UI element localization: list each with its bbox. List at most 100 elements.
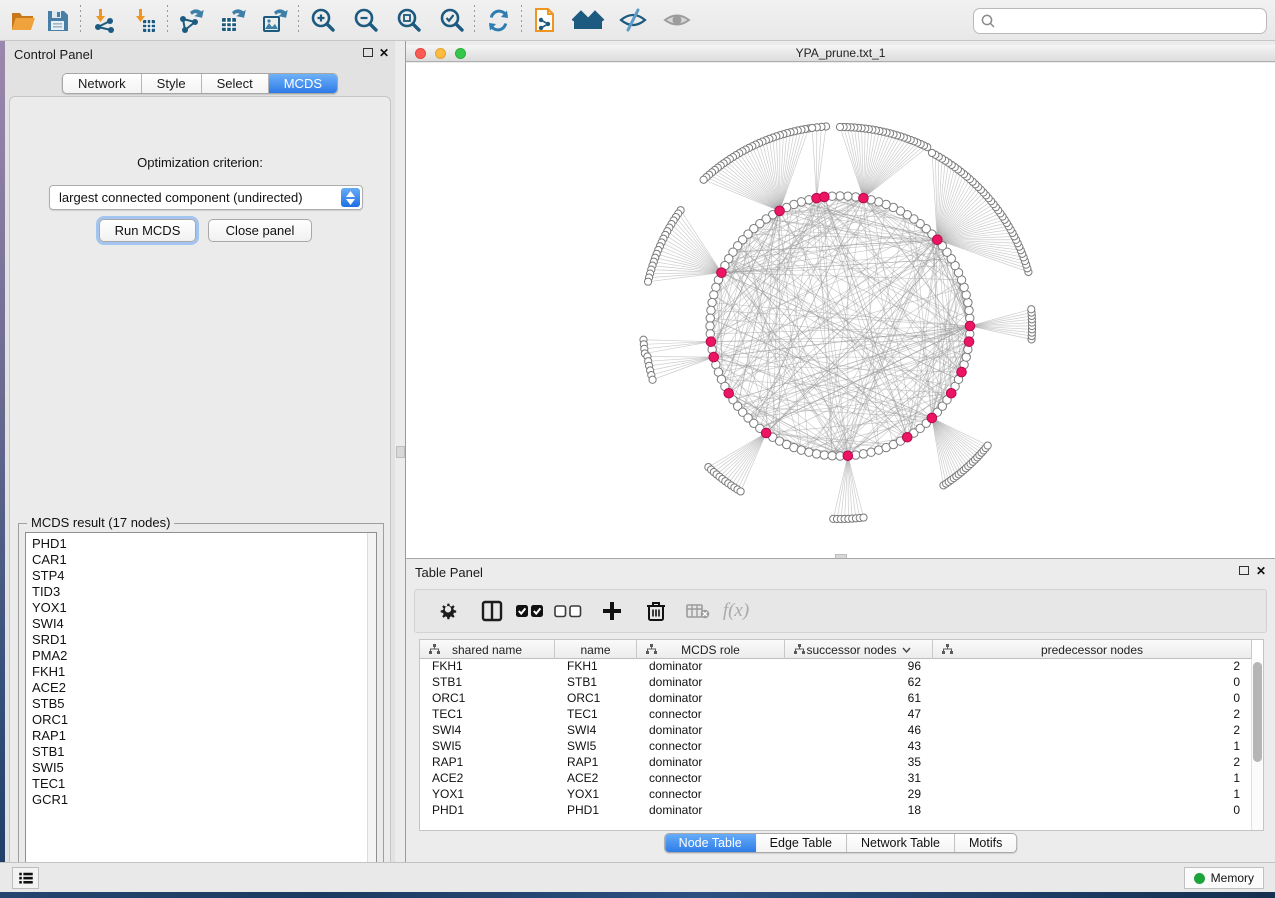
mcds-list-scrollbar[interactable] [367, 533, 376, 881]
table-row-TEC1[interactable]: TEC1TEC1connector472 [420, 707, 1252, 723]
tab-select[interactable]: Select [202, 74, 269, 93]
graph-hub-node[interactable] [843, 451, 853, 461]
task-history-button[interactable] [12, 867, 39, 889]
tab-edge-table[interactable]: Edge Table [756, 834, 847, 852]
export-image-icon[interactable] [258, 3, 292, 37]
mcds-result-item[interactable]: TEC1 [32, 776, 376, 792]
graph-node[interactable] [809, 124, 816, 131]
graph-hub-node[interactable] [964, 337, 974, 347]
zoom-selected-region-icon[interactable] [434, 3, 468, 37]
zoom-fit-content-icon[interactable] [391, 3, 425, 37]
tab-style[interactable]: Style [142, 74, 202, 93]
mcds-result-item[interactable]: ORC1 [32, 712, 376, 728]
graph-hub-node[interactable] [775, 206, 785, 216]
graph-node[interactable] [707, 306, 715, 314]
import-network-from-file-icon[interactable] [87, 3, 121, 37]
float-panel-icon[interactable] [363, 48, 373, 57]
create-column-icon[interactable] [593, 592, 631, 630]
column-header-successor-nodes[interactable]: successor nodes [785, 640, 933, 659]
column-header-shared-name[interactable]: shared name [420, 640, 555, 659]
mcds-result-item[interactable]: SWI5 [32, 760, 376, 776]
mcds-result-item[interactable]: GCR1 [32, 792, 376, 808]
graph-node[interactable] [965, 306, 973, 314]
mcds-result-item[interactable]: SWI4 [32, 616, 376, 632]
mcds-result-item[interactable]: STB1 [32, 744, 376, 760]
graph-hub-node[interactable] [761, 428, 771, 438]
graph-node[interactable] [706, 314, 714, 322]
graph-hub-node[interactable] [946, 388, 956, 398]
graph-node[interactable] [737, 488, 744, 495]
import-table-from-file-icon[interactable] [127, 3, 161, 37]
graph-hub-node[interactable] [965, 321, 975, 331]
mcds-result-item[interactable]: FKH1 [32, 664, 376, 680]
table-row-ACE2[interactable]: ACE2ACE2connector311 [420, 771, 1252, 787]
graph-node[interactable] [649, 376, 656, 383]
open-file-icon[interactable] [6, 3, 40, 37]
zoom-in-icon[interactable] [305, 3, 339, 37]
zoom-out-icon[interactable] [348, 3, 382, 37]
table-row-RAP1[interactable]: RAP1RAP1dominator352 [420, 755, 1252, 771]
graph-hub-node[interactable] [927, 413, 937, 423]
hide-selected-icon[interactable] [616, 3, 650, 37]
graph-node[interactable] [964, 298, 972, 306]
graph-hub-node[interactable] [706, 337, 716, 347]
graph-node[interactable] [812, 450, 820, 458]
column-settings-icon[interactable] [429, 592, 467, 630]
tab-motifs[interactable]: Motifs [955, 834, 1016, 852]
network-canvas[interactable] [406, 63, 1275, 558]
graph-node[interactable] [820, 451, 828, 459]
graph-hub-node[interactable] [957, 367, 967, 377]
table-row-SWI5[interactable]: SWI5SWI5connector431 [420, 739, 1252, 755]
graph-node[interactable] [708, 298, 716, 306]
search-input[interactable] [996, 11, 1266, 31]
tab-network-table[interactable]: Network Table [847, 834, 955, 852]
mcds-result-item[interactable]: YOX1 [32, 600, 376, 616]
graph-hub-node[interactable] [709, 352, 719, 362]
mcds-result-item[interactable]: STB5 [32, 696, 376, 712]
mcds-result-item[interactable]: TID3 [32, 584, 376, 600]
graph-node[interactable] [644, 278, 651, 285]
graph-hub-node[interactable] [717, 268, 727, 278]
graph-node[interactable] [928, 149, 935, 156]
close-panel-icon[interactable]: ✕ [379, 46, 389, 60]
tab-mcds[interactable]: MCDS [269, 74, 337, 93]
run-mcds-button[interactable]: Run MCDS [99, 219, 196, 242]
table-row-SWI4[interactable]: SWI4SWI4dominator462 [420, 723, 1252, 739]
graph-hub-node[interactable] [724, 388, 734, 398]
graph-node[interactable] [828, 452, 836, 460]
graph-node[interactable] [984, 442, 991, 449]
graph-node[interactable] [860, 514, 867, 521]
graph-hub-node[interactable] [859, 193, 869, 203]
graph-node[interactable] [1028, 306, 1035, 313]
graph-node[interactable] [706, 322, 714, 330]
graph-node[interactable] [700, 176, 707, 183]
table-scrollbar-thumb[interactable] [1253, 662, 1262, 762]
table-row-STB1[interactable]: STB1STB1dominator620 [420, 675, 1252, 691]
criterion-select[interactable]: largest connected component (undirected) [49, 185, 363, 210]
graph-node[interactable] [836, 192, 844, 200]
graph-node[interactable] [962, 353, 970, 361]
deselect-all-rows-icon[interactable] [549, 592, 587, 630]
mcds-result-item[interactable]: ACE2 [32, 680, 376, 696]
graph-node[interactable] [805, 448, 813, 456]
graph-node[interactable] [710, 291, 718, 299]
export-network-icon[interactable] [174, 3, 208, 37]
table-row-YOX1[interactable]: YOX1YOX1connector291 [420, 787, 1252, 803]
delete-columns-icon[interactable] [637, 592, 675, 630]
tab-network[interactable]: Network [63, 74, 142, 93]
column-header-MCDS-role[interactable]: MCDS role [637, 640, 785, 659]
graph-hub-node[interactable] [902, 432, 912, 442]
mcds-result-item[interactable]: PHD1 [32, 536, 376, 552]
table-scrollbar[interactable] [1251, 659, 1263, 830]
column-header-name[interactable]: name [555, 640, 637, 659]
mcds-result-item[interactable]: SRD1 [32, 632, 376, 648]
save-session-icon[interactable] [40, 3, 74, 37]
vertical-splitter-handle[interactable] [396, 446, 405, 458]
table-row-FKH1[interactable]: FKH1FKH1dominator962 [420, 659, 1252, 675]
mcds-result-item[interactable]: STP4 [32, 568, 376, 584]
float-panel-icon[interactable] [1239, 566, 1249, 575]
toggle-panel-layout-icon[interactable] [473, 592, 511, 630]
new-network-from-selection-icon[interactable] [528, 3, 562, 37]
graph-node[interactable] [844, 192, 852, 200]
tab-node-table[interactable]: Node Table [665, 834, 756, 852]
